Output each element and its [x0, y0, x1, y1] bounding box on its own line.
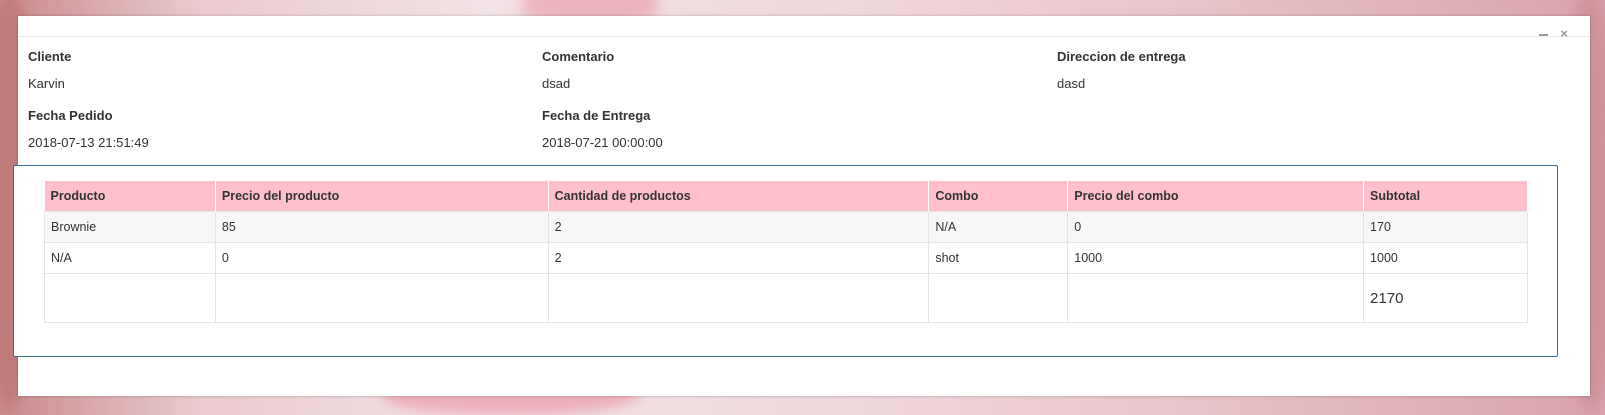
- order-items-box: Producto Precio del producto Cantidad de…: [13, 165, 1558, 357]
- table-header-row: Producto Precio del producto Cantidad de…: [44, 181, 1528, 212]
- direccion-label: Direccion de entrega: [1057, 49, 1186, 64]
- table-total-row: 2170: [44, 273, 1528, 323]
- comentario-field: Comentario dsad: [542, 49, 614, 91]
- table-cell: shot: [928, 242, 1069, 274]
- table-row: Brownie 85 2 N/A 0 170: [44, 211, 1528, 243]
- minimize-icon[interactable]: [1539, 34, 1549, 36]
- table-cell: 0: [1067, 211, 1365, 243]
- table-cell: 1000: [1363, 242, 1528, 274]
- table-cell-empty: [1067, 273, 1365, 323]
- fecha-entrega-value: 2018-07-21 00:00:00: [542, 135, 663, 150]
- column-header-cantidad: Cantidad de productos: [548, 181, 930, 212]
- fecha-pedido-value: 2018-07-13 21:51:49: [28, 135, 149, 150]
- order-total-value: 2170: [1363, 273, 1528, 323]
- table-cell: 2: [548, 242, 930, 274]
- panel-tools: ×: [1539, 27, 1568, 40]
- column-header-precio-producto: Precio del producto: [215, 181, 549, 212]
- table-cell-empty: [44, 273, 216, 323]
- table-cell: 2: [548, 211, 930, 243]
- column-header-subtotal: Subtotal: [1363, 181, 1528, 212]
- column-header-combo: Combo: [928, 181, 1069, 212]
- direccion-field: Direccion de entrega dasd: [1057, 49, 1186, 91]
- fecha-entrega-label: Fecha de Entrega: [542, 108, 651, 123]
- order-items-table: Producto Precio del producto Cantidad de…: [44, 181, 1528, 323]
- fecha-pedido-label: Fecha Pedido: [28, 108, 113, 123]
- table-cell-empty: [215, 273, 549, 323]
- close-icon[interactable]: ×: [1560, 27, 1568, 40]
- cliente-field: Cliente Karvin: [28, 49, 71, 91]
- table-cell: 1000: [1067, 242, 1365, 274]
- table-cell: N/A: [928, 211, 1069, 243]
- table-cell-empty: [548, 273, 930, 323]
- fecha-pedido-field: Fecha Pedido 2018-07-13 21:51:49: [28, 108, 149, 150]
- comentario-label: Comentario: [542, 49, 615, 64]
- cliente-label: Cliente: [28, 49, 72, 64]
- fecha-entrega-field: Fecha de Entrega 2018-07-21 00:00:00: [542, 108, 663, 150]
- table-cell: N/A: [44, 242, 216, 274]
- column-header-precio-combo: Precio del combo: [1067, 181, 1365, 212]
- panel-header-divider: [18, 36, 1590, 37]
- table-cell: 0: [215, 242, 549, 274]
- column-header-producto: Producto: [44, 181, 216, 212]
- table-cell: 85: [215, 211, 549, 243]
- cliente-value: Karvin: [28, 76, 65, 91]
- table-cell-empty: [928, 273, 1069, 323]
- table-cell: 170: [1363, 211, 1528, 243]
- table-cell: Brownie: [44, 211, 216, 243]
- comentario-value: dsad: [542, 76, 571, 91]
- table-row: N/A 0 2 shot 1000 1000: [44, 242, 1528, 274]
- direccion-value: dasd: [1057, 76, 1086, 91]
